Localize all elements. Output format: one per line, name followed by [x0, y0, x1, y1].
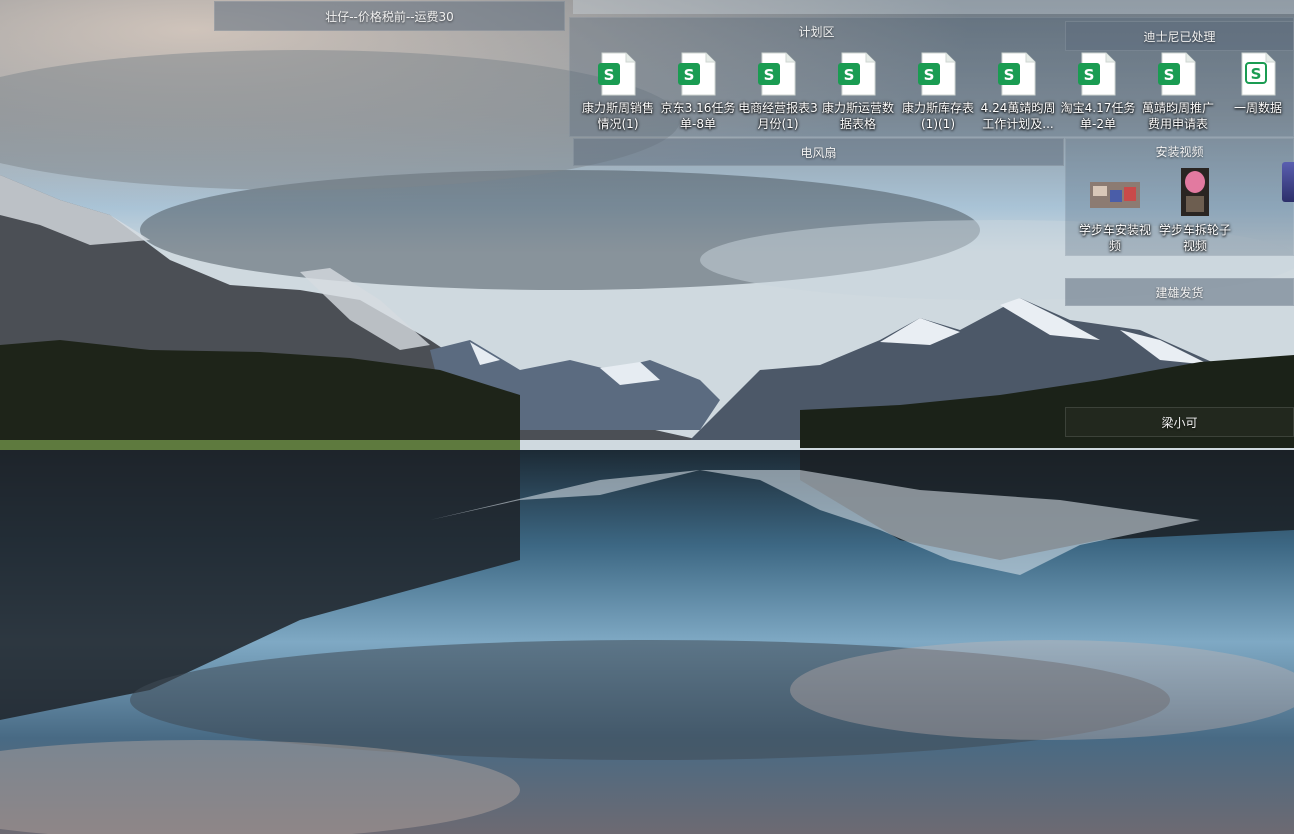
- fence-header-zhuangzai[interactable]: 壮仔--价格税前--运费30: [214, 1, 565, 31]
- fence-header-fan[interactable]: 电风扇: [573, 138, 1064, 166]
- fence-title: 计划区: [798, 25, 835, 39]
- spreadsheet-icon: S: [598, 52, 636, 96]
- plan-file-item[interactable]: S 康力斯库存表(1)(1): [898, 52, 978, 140]
- file-label: 4.24萬靖昀周工作计划及...: [980, 101, 1056, 131]
- svg-text:S: S: [1251, 65, 1262, 83]
- spreadsheet-icon: S: [918, 52, 956, 96]
- video-thumbnail-icon: [1090, 182, 1140, 208]
- svg-text:S: S: [604, 66, 615, 84]
- spreadsheet-icon: S: [1078, 52, 1116, 96]
- fence-title: 电风扇: [800, 146, 837, 160]
- spreadsheet-icon: S: [758, 52, 796, 96]
- svg-text:S: S: [1004, 66, 1015, 84]
- plan-file-item[interactable]: S 淘宝4.17任务单-2单: [1058, 52, 1138, 140]
- spreadsheet-icon: S: [1158, 52, 1196, 96]
- file-label: 康力斯周销售情况(1): [581, 101, 654, 131]
- svg-text:S: S: [844, 66, 855, 84]
- fence-title: 安装视频: [1155, 145, 1204, 159]
- file-label: 电商经营报表3月份(1): [738, 101, 818, 131]
- fence-title: 建雄发货: [1155, 286, 1204, 300]
- file-label: 康力斯库存表(1)(1): [901, 101, 974, 131]
- svg-text:S: S: [1084, 66, 1095, 84]
- top-hidden-fence-strip: [573, 0, 1294, 14]
- fence-header-plan[interactable]: 计划区: [569, 17, 1064, 47]
- spreadsheet-icon: S: [678, 52, 716, 96]
- file-label: 学步车拆轮子视频: [1158, 223, 1231, 253]
- svg-text:S: S: [1164, 66, 1175, 84]
- plan-file-item[interactable]: S 康力斯周销售情况(1): [578, 52, 658, 140]
- spreadsheet-icon: S: [838, 52, 876, 96]
- file-label: 淘宝4.17任务单-2单: [1060, 101, 1136, 131]
- svg-text:S: S: [764, 66, 775, 84]
- spreadsheet-icon: S: [1241, 52, 1276, 96]
- video-thumbnail-icon: [1181, 168, 1209, 216]
- plan-file-item[interactable]: S 萬靖昀周推广费用申请表: [1138, 52, 1218, 140]
- svg-text:S: S: [924, 66, 935, 84]
- fence-header-jianxiong[interactable]: 建雄发货: [1065, 278, 1294, 306]
- file-label: 一周数据: [1233, 101, 1282, 115]
- file-label: 京东3.16任务单-8单: [660, 101, 736, 131]
- partial-3d-icon: [1282, 162, 1294, 202]
- plan-file-item[interactable]: S 京东3.16任务单-8单: [658, 52, 738, 140]
- fence-header-install-video[interactable]: 安装视频: [1065, 138, 1294, 166]
- svg-text:S: S: [684, 66, 695, 84]
- file-label: 学步车安装视频: [1078, 223, 1151, 253]
- plan-file-item[interactable]: S 康力斯运营数据表格: [818, 52, 898, 140]
- file-label: 萬靖昀周推广费用申请表: [1141, 101, 1214, 131]
- plan-file-item[interactable]: S 一周数据: [1218, 52, 1294, 140]
- video-file-walker-wheel[interactable]: 学步车拆轮子视频: [1155, 168, 1235, 264]
- file-label: 康力斯运营数据表格: [821, 101, 894, 131]
- fence-title: 梁小可: [1161, 416, 1198, 430]
- spreadsheet-icon: S: [998, 52, 1036, 96]
- fence-title: 壮仔--价格税前--运费30: [325, 10, 454, 24]
- plan-file-item[interactable]: S 电商经营报表3月份(1): [738, 52, 818, 140]
- plan-file-item[interactable]: S 4.24萬靖昀周工作计划及...: [978, 52, 1058, 140]
- fence-title: 迪士尼已处理: [1143, 30, 1216, 44]
- fence-header-disney[interactable]: 迪士尼已处理: [1065, 21, 1294, 51]
- video-file-walker-install[interactable]: 学步车安装视频: [1075, 168, 1155, 264]
- fence-header-liangxiaoke[interactable]: 梁小可: [1065, 407, 1294, 437]
